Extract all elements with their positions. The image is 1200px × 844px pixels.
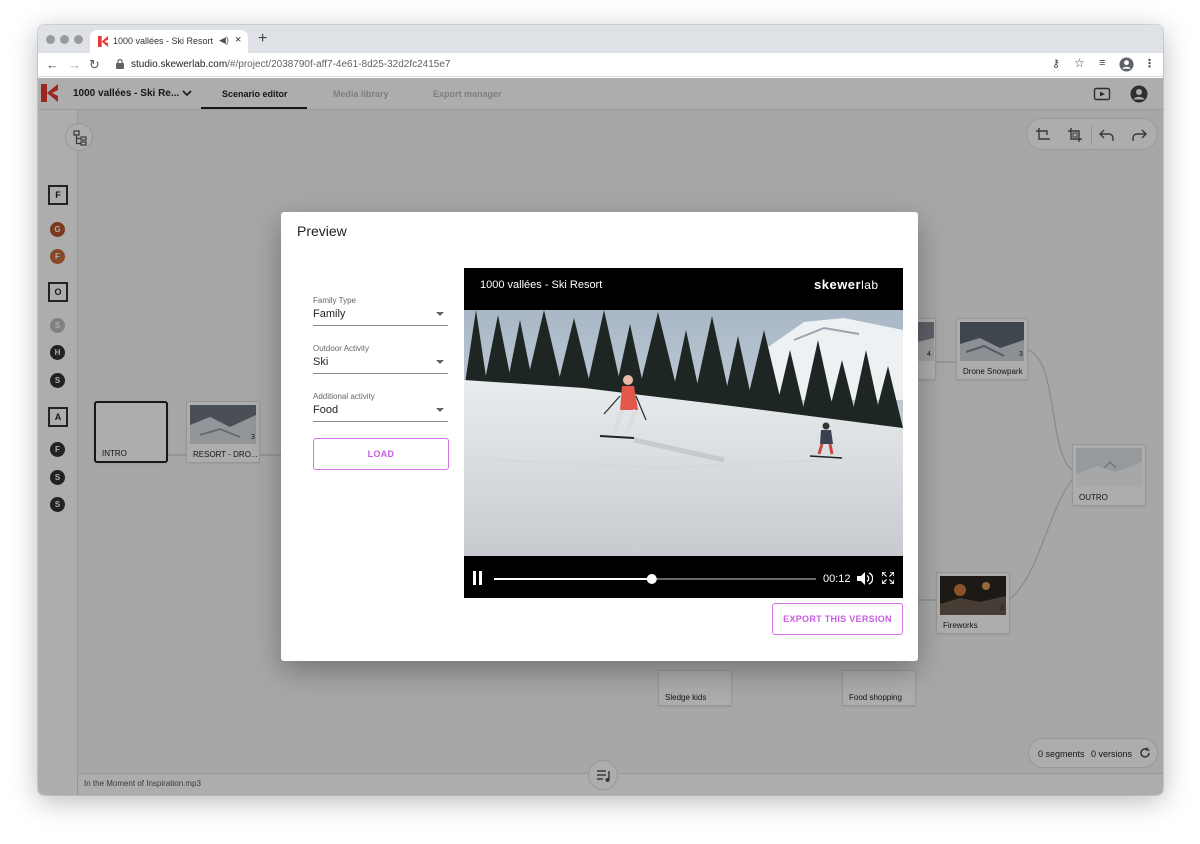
fullscreen-icon[interactable]	[882, 572, 894, 584]
player-controls: 00:12	[464, 556, 903, 598]
browser-tab[interactable]: 1000 vallées - Ski Resort - ◀) ×	[90, 30, 248, 53]
field-value: Ski	[313, 356, 329, 368]
player-brand-logo: skewerlab	[814, 277, 879, 292]
speaker-icon[interactable]: ◀)	[219, 35, 229, 46]
field-value: Family	[313, 308, 346, 320]
load-button[interactable]: LOAD	[313, 438, 449, 470]
outdoor-activity-select[interactable]: Outdoor Activity Ski	[313, 344, 448, 374]
minimize-window-icon[interactable]	[60, 35, 69, 44]
pause-icon[interactable]	[472, 571, 484, 585]
new-tab-icon[interactable]: +	[258, 30, 267, 48]
profile-icon[interactable]	[1119, 57, 1134, 72]
media-queue-icon[interactable]: ≡	[1099, 57, 1105, 69]
seek-bar[interactable]	[494, 572, 816, 586]
skewerlab-favicon-icon	[98, 36, 109, 47]
field-label: Family Type	[313, 296, 356, 305]
address-bar[interactable]: studio.skewerlab.com/#/project/2038790f-…	[110, 56, 1110, 74]
dropdown-arrow-icon	[436, 360, 444, 364]
field-label: Outdoor Activity	[313, 344, 370, 353]
video-player[interactable]: 1000 vallées - Ski Resort skewerlab 00:1…	[464, 268, 903, 598]
volume-icon[interactable]	[857, 572, 873, 585]
browser-menu-icon[interactable]: ⋮	[1144, 57, 1155, 70]
browser-tab-title: 1000 vallées - Ski Resort -	[113, 36, 213, 46]
export-version-button[interactable]: EXPORT THIS VERSION	[772, 603, 903, 635]
reload-icon[interactable]: ↻	[89, 57, 100, 73]
url-host: studio.skewerlab.com	[131, 59, 228, 70]
dropdown-arrow-icon	[436, 312, 444, 316]
additional-activity-select[interactable]: Additional activity Food	[313, 392, 448, 422]
video-frame[interactable]	[464, 310, 903, 556]
preview-dialog: Preview Family Type Family Outdoor Activ…	[281, 212, 918, 661]
browser-toolbar: ← → ↻ studio.skewerlab.com/#/project/203…	[38, 53, 1163, 77]
tab-close-icon[interactable]: ×	[235, 34, 241, 46]
forward-arrow-icon[interactable]: →	[68, 57, 81, 72]
seek-handle[interactable]	[646, 574, 657, 584]
key-icon[interactable]: ⚷	[1052, 57, 1060, 70]
close-window-icon[interactable]	[46, 35, 55, 44]
current-time: 00:12	[823, 573, 851, 585]
brand-name: skewer	[814, 277, 862, 292]
dropdown-arrow-icon	[436, 408, 444, 412]
dialog-title: Preview	[297, 223, 347, 239]
brand-suffix: lab	[861, 278, 879, 292]
field-label: Additional activity	[313, 392, 375, 401]
family-type-select[interactable]: Family Type Family	[313, 296, 448, 326]
seek-progress	[494, 578, 652, 580]
back-arrow-icon[interactable]: ←	[46, 57, 59, 72]
maximize-window-icon[interactable]	[74, 35, 83, 44]
browser-tab-strip: 1000 vallées - Ski Resort - ◀) × +	[38, 25, 1163, 53]
url-path: /#/project/2038790f-aff7-4e61-8d25-32d2f…	[227, 59, 451, 70]
url-text: studio.skewerlab.com/#/project/2038790f-…	[131, 59, 450, 70]
browser-window: 1000 vallées - Ski Resort - ◀) × + ← → ↻…	[38, 25, 1163, 795]
player-title: 1000 vallées - Ski Resort	[480, 279, 603, 291]
bookmark-star-icon[interactable]: ☆	[1074, 56, 1085, 70]
lock-icon	[116, 59, 124, 69]
field-value: Food	[313, 404, 339, 416]
